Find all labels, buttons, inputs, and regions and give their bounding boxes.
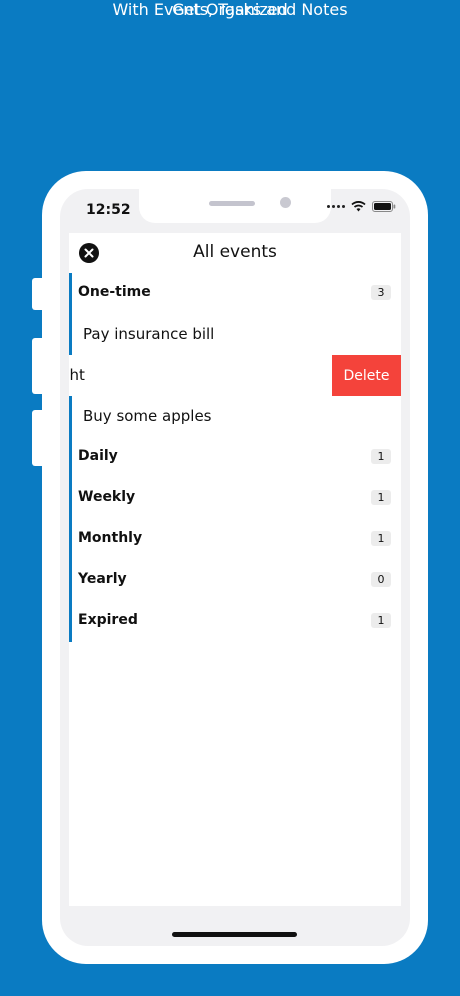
category-row-monthly[interactable]: Monthly 1 (69, 519, 401, 560)
category-label: Monthly (78, 530, 143, 546)
battery-icon (372, 201, 396, 212)
event-label: Buy some apples (83, 407, 212, 425)
category-label: One-time (78, 284, 151, 300)
app-screen: All events One-time 3 Pay insurance bill… (69, 233, 401, 906)
signal-icon (327, 205, 345, 208)
category-label: Yearly (78, 571, 127, 587)
event-row-swiped[interactable]: ght Delete (69, 355, 401, 396)
event-label: ght (69, 366, 85, 384)
promo-subtitle: With Events, Tasks and Notes (112, 0, 348, 19)
notch (139, 189, 331, 223)
event-row-pay-insurance-bill[interactable]: Pay insurance bill (69, 314, 401, 355)
wifi-icon (351, 201, 366, 212)
phone-frame: 12:52 All events One-time 3 Pay insuranc… (42, 171, 428, 964)
page-title: All events (193, 242, 277, 262)
category-label: Daily (78, 448, 118, 464)
delete-button[interactable]: Delete (332, 355, 401, 396)
category-accent-bar (69, 519, 72, 560)
events-list: One-time 3 Pay insurance bill ght Delete… (69, 273, 401, 642)
count-badge: 1 (371, 490, 391, 505)
speaker-grille (209, 201, 255, 206)
category-accent-bar (69, 560, 72, 601)
count-badge: 1 (371, 531, 391, 546)
count-badge: 1 (371, 449, 391, 464)
count-badge: 1 (371, 613, 391, 628)
category-row-yearly[interactable]: Yearly 0 (69, 560, 401, 601)
category-row-one-time[interactable]: One-time 3 (69, 273, 401, 314)
category-accent-bar (69, 437, 72, 478)
phone-screen: 12:52 All events One-time 3 Pay insuranc… (60, 189, 410, 946)
category-accent-bar (69, 314, 72, 355)
status-time: 12:52 (86, 202, 131, 218)
status-icons (327, 201, 396, 212)
count-badge: 0 (371, 572, 391, 587)
category-row-weekly[interactable]: Weekly 1 (69, 478, 401, 519)
category-accent-bar (69, 478, 72, 519)
category-accent-bar (69, 396, 72, 437)
home-indicator[interactable] (172, 932, 297, 937)
category-accent-bar (69, 273, 72, 314)
nav-bar: All events (69, 233, 401, 277)
category-label: Expired (78, 612, 138, 628)
category-label: Weekly (78, 489, 136, 505)
category-accent-bar (69, 601, 72, 642)
category-row-expired[interactable]: Expired 1 (69, 601, 401, 642)
camera-icon (280, 197, 291, 208)
count-badge: 3 (371, 285, 391, 300)
event-label: Pay insurance bill (83, 325, 215, 343)
category-row-daily[interactable]: Daily 1 (69, 437, 401, 478)
event-row-buy-some-apples[interactable]: Buy some apples (69, 396, 401, 437)
